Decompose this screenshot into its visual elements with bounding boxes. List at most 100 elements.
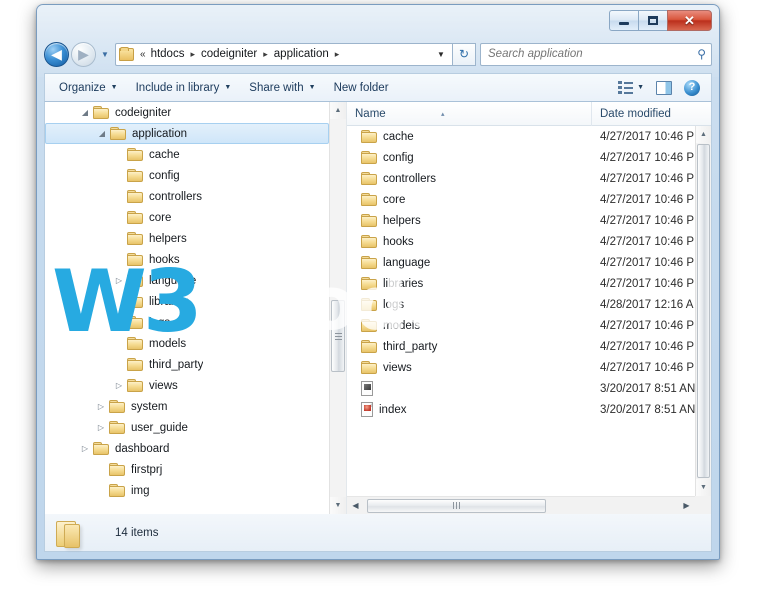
file-name-cell: index xyxy=(347,402,592,417)
breadcrumb-separator-icon[interactable]: ▸ xyxy=(186,49,199,60)
breadcrumb[interactable]: « htdocs ▸ codeigniter ▸ application ▸ ▼ xyxy=(115,42,453,66)
scroll-thumb[interactable] xyxy=(697,144,710,478)
file-name-cell xyxy=(347,381,592,396)
scroll-down-button[interactable]: ▼ xyxy=(696,479,711,496)
maximize-button[interactable] xyxy=(638,10,667,31)
tree-item-helpers[interactable]: helpers xyxy=(45,228,329,249)
tree-item-firstprj[interactable]: firstprj xyxy=(45,459,329,480)
scroll-track[interactable] xyxy=(330,119,346,497)
file-list-row[interactable]: third_party 4/27/2017 10:46 P xyxy=(347,336,695,357)
file-date-modified-cell: 4/27/2017 10:46 P xyxy=(600,361,694,374)
file-list-row[interactable]: hooks 4/27/2017 10:46 P xyxy=(347,231,695,252)
file-list-row[interactable]: config 4/27/2017 10:46 P xyxy=(347,147,695,168)
navigation-pane-scrollbar[interactable]: ▲ ▼ xyxy=(329,102,346,514)
search-box[interactable]: ⚲ xyxy=(480,42,712,66)
breadcrumb-overflow-icon[interactable]: « xyxy=(137,49,149,60)
tree-item-language[interactable]: ▷ language xyxy=(45,270,329,291)
file-list-row[interactable]: helpers 4/27/2017 10:46 P xyxy=(347,210,695,231)
file-list-row[interactable]: core 4/27/2017 10:46 P xyxy=(347,189,695,210)
folder-icon xyxy=(93,442,109,455)
breadcrumb-item-codeigniter[interactable]: codeigniter xyxy=(199,46,259,62)
include-in-library-button[interactable]: Include in library ▼ xyxy=(127,78,241,98)
file-list-row[interactable]: controllers 4/27/2017 10:46 P xyxy=(347,168,695,189)
status-bar: 14 items xyxy=(44,514,712,552)
scroll-down-button[interactable]: ▼ xyxy=(330,497,346,514)
tree-item-config[interactable]: config xyxy=(45,165,329,186)
scroll-right-button[interactable]: ▶ xyxy=(678,501,695,510)
folder-icon xyxy=(361,130,377,143)
scroll-up-button[interactable]: ▲ xyxy=(696,126,711,143)
refresh-button[interactable]: ↻ xyxy=(453,42,476,66)
file-list-horizontal-scrollbar[interactable]: ◀ ▶ xyxy=(347,496,695,514)
folder-icon xyxy=(361,319,377,332)
file-list-row[interactable]: views 4/27/2017 10:46 P xyxy=(347,357,695,378)
tree-item-application[interactable]: ◢ application xyxy=(45,123,329,144)
new-folder-button[interactable]: New folder xyxy=(325,78,398,98)
folder-icon xyxy=(361,256,377,269)
file-list-row[interactable]: libraries 4/27/2017 10:46 P xyxy=(347,273,695,294)
tree-item-core[interactable]: core xyxy=(45,207,329,228)
scroll-thumb[interactable] xyxy=(331,300,345,373)
breadcrumb-separator-icon[interactable]: ▸ xyxy=(259,49,272,60)
file-list-scrollbar[interactable]: ▲ ▼ xyxy=(695,126,711,496)
search-icon: ⚲ xyxy=(697,47,706,61)
file-list-row[interactable]: index 3/20/2017 8:51 AN xyxy=(347,399,695,420)
expander-closed-icon[interactable]: ▷ xyxy=(93,423,109,432)
change-view-button[interactable]: ▼ xyxy=(612,78,650,97)
folder-icon xyxy=(127,274,143,287)
tree-item-views[interactable]: ▷ views xyxy=(45,375,329,396)
close-button[interactable]: ✕ xyxy=(667,10,712,31)
hscroll-thumb[interactable] xyxy=(367,498,547,513)
expander-closed-icon[interactable]: ▷ xyxy=(77,444,93,453)
tree-item-label: application xyxy=(132,127,187,140)
tree-item-logs[interactable]: logs xyxy=(45,312,329,333)
expander-open-icon[interactable]: ◢ xyxy=(77,108,93,117)
expander-open-icon[interactable]: ◢ xyxy=(94,129,110,138)
back-button[interactable]: ◀ xyxy=(44,41,69,67)
tree-item-user_guide[interactable]: ▷ user_guide xyxy=(45,417,329,438)
tree-item-cache[interactable]: cache xyxy=(45,144,329,165)
expander-closed-icon[interactable]: ▷ xyxy=(93,402,109,411)
tree-item-system[interactable]: ▷ system xyxy=(45,396,329,417)
column-header-date-modified[interactable]: Date modified xyxy=(592,102,711,126)
tree-item-libraries[interactable]: libraries xyxy=(45,291,329,312)
breadcrumb-item-htdocs[interactable]: htdocs xyxy=(149,46,187,62)
recent-pages-button[interactable]: ▼ xyxy=(98,50,112,59)
scroll-left-button[interactable]: ◀ xyxy=(347,501,364,510)
preview-pane-button[interactable] xyxy=(650,78,678,98)
share-with-button[interactable]: Share with ▼ xyxy=(240,78,324,98)
file-list-row[interactable]: cache 4/27/2017 10:46 P xyxy=(347,126,695,147)
folder-icon xyxy=(361,235,377,248)
breadcrumb-item-application[interactable]: application xyxy=(272,46,331,62)
file-date-modified-cell: 4/28/2017 12:16 A xyxy=(600,298,694,311)
window-caption-buttons: ✕ xyxy=(609,10,712,31)
tree-item-hooks[interactable]: hooks xyxy=(45,249,329,270)
file-name-label: language xyxy=(383,256,431,269)
file-list-row[interactable]: logs 4/28/2017 12:16 A xyxy=(347,294,695,315)
address-dropdown-icon[interactable]: ▼ xyxy=(432,50,450,59)
scroll-track[interactable] xyxy=(696,143,711,479)
file-date-modified-cell: 4/27/2017 10:46 P xyxy=(600,340,694,353)
breadcrumb-separator-icon[interactable]: ▸ xyxy=(331,49,344,60)
hscroll-track[interactable] xyxy=(364,498,678,514)
column-header-name[interactable]: ▴ Name xyxy=(347,102,592,126)
help-button[interactable]: ? xyxy=(678,77,706,99)
tree-item-codeigniter[interactable]: ◢ codeigniter xyxy=(45,102,329,123)
expander-closed-icon[interactable]: ▷ xyxy=(111,381,127,390)
tree-item-third_party[interactable]: third_party xyxy=(45,354,329,375)
minimize-button[interactable] xyxy=(609,10,638,31)
tree-item-controllers[interactable]: controllers xyxy=(45,186,329,207)
tree-item-dashboard[interactable]: ▷ dashboard xyxy=(45,438,329,459)
scroll-up-button[interactable]: ▲ xyxy=(330,102,346,119)
folder-icon xyxy=(109,421,125,434)
share-with-label: Share with xyxy=(249,81,304,94)
tree-item-models[interactable]: models xyxy=(45,333,329,354)
search-input[interactable] xyxy=(486,47,698,61)
expander-closed-icon[interactable]: ▷ xyxy=(111,276,127,285)
organize-button[interactable]: Organize ▼ xyxy=(50,78,127,98)
tree-item-img[interactable]: img xyxy=(45,480,329,501)
file-list-row[interactable]: 3/20/2017 8:51 AN xyxy=(347,378,695,399)
file-list-row[interactable]: models 4/27/2017 10:46 P xyxy=(347,315,695,336)
file-list-row[interactable]: language 4/27/2017 10:46 P xyxy=(347,252,695,273)
forward-button[interactable]: ▶ xyxy=(71,41,96,67)
